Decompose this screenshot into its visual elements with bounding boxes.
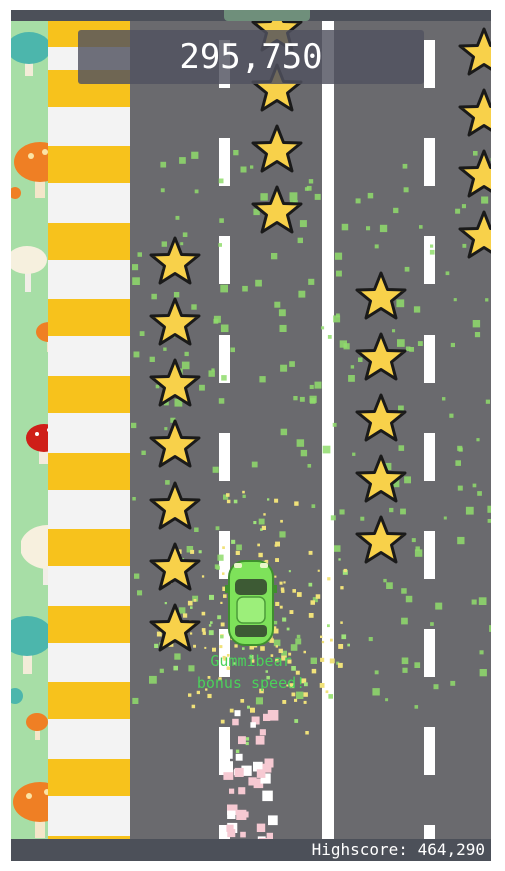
star-icon xyxy=(149,603,201,652)
highscore-label: Highscore: xyxy=(311,840,408,859)
star-icon xyxy=(355,332,407,381)
highscore-value: 464,290 xyxy=(417,840,485,859)
star-icon xyxy=(149,358,201,407)
bonus-message-line2: bonus speed! xyxy=(196,674,306,692)
score-panel: 295,750 xyxy=(78,30,424,84)
score-value: 295,750 xyxy=(179,37,323,77)
star-icon xyxy=(149,419,201,468)
star-icon xyxy=(355,454,407,503)
star-icon xyxy=(355,271,407,320)
star-icon xyxy=(149,481,201,530)
star-icon xyxy=(355,515,407,564)
star-icon xyxy=(149,542,201,591)
star-icon xyxy=(458,88,491,137)
bonus-message: Gummibear bonus speed! xyxy=(151,650,351,694)
bonus-message-line1: Gummibear xyxy=(210,652,292,670)
star-icon xyxy=(149,236,201,285)
star-icon xyxy=(458,27,491,76)
star-icon xyxy=(149,297,201,346)
highscore-bar: Highscore: 464,290 xyxy=(11,839,491,861)
sports-car-icon[interactable] xyxy=(225,555,277,649)
highscore-text: Highscore: 464,290 xyxy=(312,839,485,861)
star-icon xyxy=(251,185,303,234)
pause-tab[interactable] xyxy=(224,10,310,21)
star-icon xyxy=(458,210,491,259)
star-icon xyxy=(355,393,407,442)
star-icon xyxy=(251,124,303,173)
game-canvas[interactable]: Gummibear bonus speed! 295,750 Highscore… xyxy=(11,10,491,861)
star-icon xyxy=(458,149,491,198)
